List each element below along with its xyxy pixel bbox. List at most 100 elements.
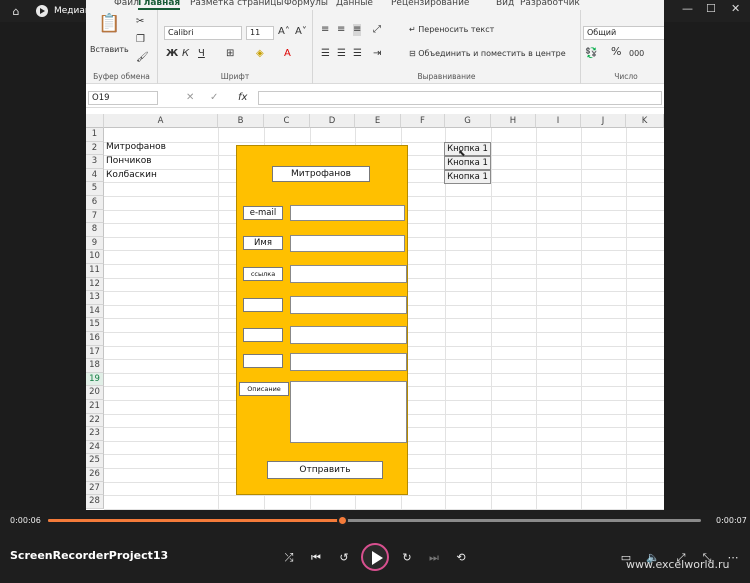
text-field[interactable] xyxy=(290,296,407,314)
copy-icon[interactable]: ❐ xyxy=(136,34,145,46)
link-field[interactable] xyxy=(290,265,407,283)
row-header[interactable]: 3 xyxy=(86,155,104,169)
row-header[interactable]: 16 xyxy=(86,332,104,346)
currency-icon[interactable]: 💱 xyxy=(585,48,597,60)
play-button[interactable] xyxy=(361,543,389,571)
row-header[interactable]: 15 xyxy=(86,318,104,332)
font-name-select[interactable]: Calibri xyxy=(164,26,242,40)
format-painter-icon[interactable]: 🖌 xyxy=(136,52,149,64)
text-field[interactable] xyxy=(290,326,407,344)
previous-icon[interactable]: ⏮ xyxy=(308,551,324,565)
row-header[interactable]: 27 xyxy=(86,481,104,496)
tab-view[interactable]: Вид xyxy=(496,0,514,8)
cell-a3[interactable]: Пончиков xyxy=(106,155,152,168)
column-header[interactable]: A xyxy=(104,114,218,128)
row-header[interactable]: 9 xyxy=(86,236,104,251)
row-header[interactable]: 13 xyxy=(86,291,104,305)
cut-icon[interactable]: ✂ xyxy=(136,16,144,28)
select-all-corner[interactable] xyxy=(86,114,104,128)
column-header[interactable]: B xyxy=(218,114,264,128)
fill-color-icon[interactable]: ◈ xyxy=(256,48,264,60)
column-header[interactable]: I xyxy=(536,114,581,128)
maximize-icon[interactable]: ☐ xyxy=(706,2,716,15)
column-header[interactable]: K xyxy=(626,114,664,128)
align-left-icon[interactable]: ☰ xyxy=(321,48,330,60)
row-header[interactable]: 7 xyxy=(86,209,104,224)
column-header[interactable]: G xyxy=(445,114,491,128)
tab-review[interactable]: Рецензирование xyxy=(391,0,469,8)
row-header[interactable]: 5 xyxy=(86,182,104,196)
orientation-icon[interactable]: ⤢ xyxy=(373,24,381,36)
column-header[interactable]: H xyxy=(491,114,536,128)
percent-button[interactable]: % xyxy=(611,46,621,58)
row-header[interactable]: 4 xyxy=(86,168,104,183)
sheet-button[interactable]: Кнопка 1 xyxy=(444,142,491,156)
paste-icon[interactable]: 📋 xyxy=(98,15,120,33)
column-header[interactable]: F xyxy=(401,114,445,128)
italic-button[interactable]: К xyxy=(182,48,189,60)
row-header[interactable]: 1 xyxy=(86,128,104,142)
font-size-select[interactable]: 11 xyxy=(246,26,274,40)
seek-bar[interactable] xyxy=(48,515,701,526)
cell-a4[interactable]: Колбаскин xyxy=(106,169,157,182)
row-header[interactable]: 21 xyxy=(86,400,104,414)
tab-developer[interactable]: Разработчик xyxy=(520,0,580,8)
repeat-icon[interactable]: ⟲ xyxy=(453,551,469,564)
sheet-button[interactable]: Кнопка 1 xyxy=(444,170,491,184)
row-header[interactable]: 14 xyxy=(86,304,104,319)
text-field[interactable] xyxy=(290,353,407,371)
tab-file[interactable]: Файл xyxy=(114,0,139,8)
tab-home[interactable]: Главная xyxy=(138,0,181,10)
align-middle-icon[interactable]: ≡ xyxy=(337,24,345,36)
row-header[interactable]: 25 xyxy=(86,454,104,468)
description-textarea[interactable] xyxy=(290,381,407,443)
row-header[interactable]: 26 xyxy=(86,468,104,482)
next-icon[interactable]: ⏭ xyxy=(426,551,442,565)
underline-button[interactable]: Ч xyxy=(198,48,205,60)
column-header[interactable]: C xyxy=(264,114,310,128)
row-header[interactable]: 8 xyxy=(86,223,104,237)
formula-input[interactable] xyxy=(258,91,662,105)
rewind-10-icon[interactable]: ↺ xyxy=(336,551,352,564)
row-header[interactable]: 23 xyxy=(86,427,104,441)
name-box[interactable]: O19 xyxy=(88,91,158,105)
seek-thumb[interactable] xyxy=(336,515,348,526)
sheet-button[interactable]: Кнопка 1 xyxy=(444,156,491,170)
enter-icon[interactable]: ✓ xyxy=(210,92,218,104)
row-header[interactable]: 24 xyxy=(86,440,104,455)
insert-function-button[interactable]: fx xyxy=(238,92,247,104)
row-header[interactable]: 22 xyxy=(86,413,104,428)
tab-page-layout[interactable]: Разметка страницы xyxy=(190,0,284,8)
merge-center-button[interactable]: ⊟ Объединить и поместить в центре xyxy=(409,48,566,60)
align-right-icon[interactable]: ☰ xyxy=(353,48,362,60)
shuffle-icon[interactable]: ⤮ xyxy=(281,551,297,565)
row-header[interactable]: 28 xyxy=(86,495,104,509)
font-color-icon[interactable]: A xyxy=(284,48,291,60)
row-header[interactable]: 2 xyxy=(86,141,104,156)
row-header[interactable]: 18 xyxy=(86,359,104,373)
tab-data[interactable]: Данные xyxy=(336,0,373,8)
decrease-font-icon[interactable]: A˅ xyxy=(295,26,307,38)
row-header[interactable]: 11 xyxy=(86,264,104,278)
increase-font-icon[interactable]: A˄ xyxy=(278,26,290,38)
borders-icon[interactable]: ⊞ xyxy=(226,48,234,60)
wrap-text-button[interactable]: ↵ Переносить текст xyxy=(409,24,494,36)
number-format-select[interactable]: Общий xyxy=(583,26,664,40)
align-top-icon[interactable]: ≡ xyxy=(321,24,329,36)
row-header[interactable]: 20 xyxy=(86,386,104,400)
row-header[interactable]: 6 xyxy=(86,196,104,210)
column-header[interactable]: J xyxy=(581,114,626,128)
forward-30-icon[interactable]: ↻ xyxy=(399,551,415,564)
column-header[interactable]: D xyxy=(310,114,355,128)
email-field[interactable] xyxy=(290,205,405,221)
home-icon[interactable]: ⌂ xyxy=(8,5,24,18)
cancel-icon[interactable]: ✕ xyxy=(186,92,194,104)
indent-icon[interactable]: ⇥ xyxy=(373,48,381,60)
row-header[interactable]: 19 xyxy=(86,372,104,387)
row-header[interactable]: 12 xyxy=(86,277,104,292)
tab-formulas[interactable]: Формулы xyxy=(284,0,328,8)
align-bottom-icon[interactable]: ≡ xyxy=(353,24,362,36)
bold-button[interactable]: Ж xyxy=(166,48,178,60)
minimize-icon[interactable]: — xyxy=(682,2,693,15)
name-field[interactable] xyxy=(290,235,405,252)
